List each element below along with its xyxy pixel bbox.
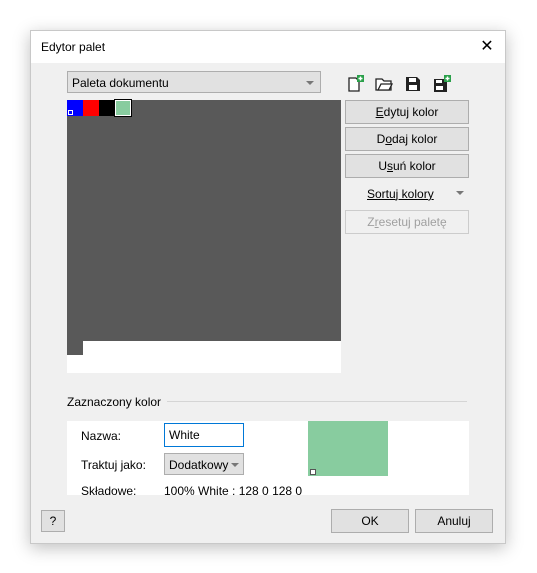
group-divider (167, 401, 467, 402)
cancel-button[interactable]: Anuluj (415, 509, 493, 533)
swatch-area-background (67, 100, 341, 341)
swatch-blue[interactable] (67, 100, 83, 116)
color-preview (308, 421, 388, 476)
title-bar: Edytor palet ✕ (31, 31, 505, 63)
treat-as-label: Traktuj jako: (81, 458, 146, 472)
remove-color-label-pre: U (378, 159, 387, 173)
open-palette-icon[interactable] (375, 75, 393, 93)
components-label: Składowe: (81, 484, 137, 498)
remove-color-button[interactable]: Us uń kolor (345, 154, 469, 178)
add-color-label-pre: D (376, 132, 386, 146)
sort-colors-menu[interactable]: Sortuj kolory (367, 187, 434, 201)
selected-color-group-label: Zaznaczony kolor (67, 395, 162, 409)
treat-as-value: Dodatkowy (169, 458, 229, 472)
palette-select-value: Paleta dokumentu (72, 76, 169, 90)
ok-label: OK (361, 514, 379, 528)
edit-color-label-post: dytuj kolor (383, 105, 439, 119)
edit-color-button[interactable]: Edytuj kolor (345, 100, 469, 124)
components-value: 100% White : 128 0 128 0 (164, 484, 303, 498)
palette-select[interactable]: Paleta dokumentu (67, 71, 321, 93)
add-color-button[interactable]: Do daj kolor (345, 127, 469, 151)
help-button[interactable]: ? (41, 510, 65, 532)
add-color-label-key: o (385, 132, 392, 146)
color-name-input[interactable] (164, 423, 244, 447)
swatch-green-selected[interactable] (114, 99, 132, 117)
dialog-title: Edytor palet (41, 40, 106, 54)
close-button[interactable]: ✕ (477, 37, 497, 57)
chevron-down-icon (231, 463, 239, 467)
new-palette-icon[interactable] (346, 75, 364, 93)
help-icon: ? (49, 514, 57, 528)
add-color-label-post: daj kolor (392, 132, 438, 146)
ok-button[interactable]: OK (331, 509, 409, 533)
swatch-black[interactable] (99, 100, 115, 116)
remove-color-label-post: uń kolor (392, 159, 436, 173)
cancel-label: Anuluj (437, 514, 471, 528)
swatch-red[interactable] (83, 100, 99, 116)
save-palette-icon[interactable] (404, 75, 422, 93)
name-label: Nazwa: (81, 429, 122, 443)
sort-chevron-down-icon[interactable] (456, 191, 464, 195)
reset-palette-label-post: esetuj paletę (378, 215, 447, 229)
save-as-palette-icon[interactable] (433, 75, 451, 93)
edit-color-label-key: E (375, 105, 384, 119)
reset-palette-button[interactable]: Zr esetuj paletę (345, 210, 469, 234)
reset-palette-label-pre: Z (367, 215, 375, 229)
swatch-area-background-tail (67, 341, 83, 355)
swatch-marker-icon (68, 110, 73, 115)
palette-editor-dialog: Edytor palet ✕ Paleta dokumentu E dytuj … (30, 30, 506, 544)
chevron-down-icon (306, 81, 314, 85)
close-icon: ✕ (480, 38, 494, 55)
palette-swatch-area[interactable] (67, 99, 341, 373)
preview-marker-icon (310, 469, 316, 475)
treat-as-select[interactable]: Dodatkowy (164, 453, 244, 475)
